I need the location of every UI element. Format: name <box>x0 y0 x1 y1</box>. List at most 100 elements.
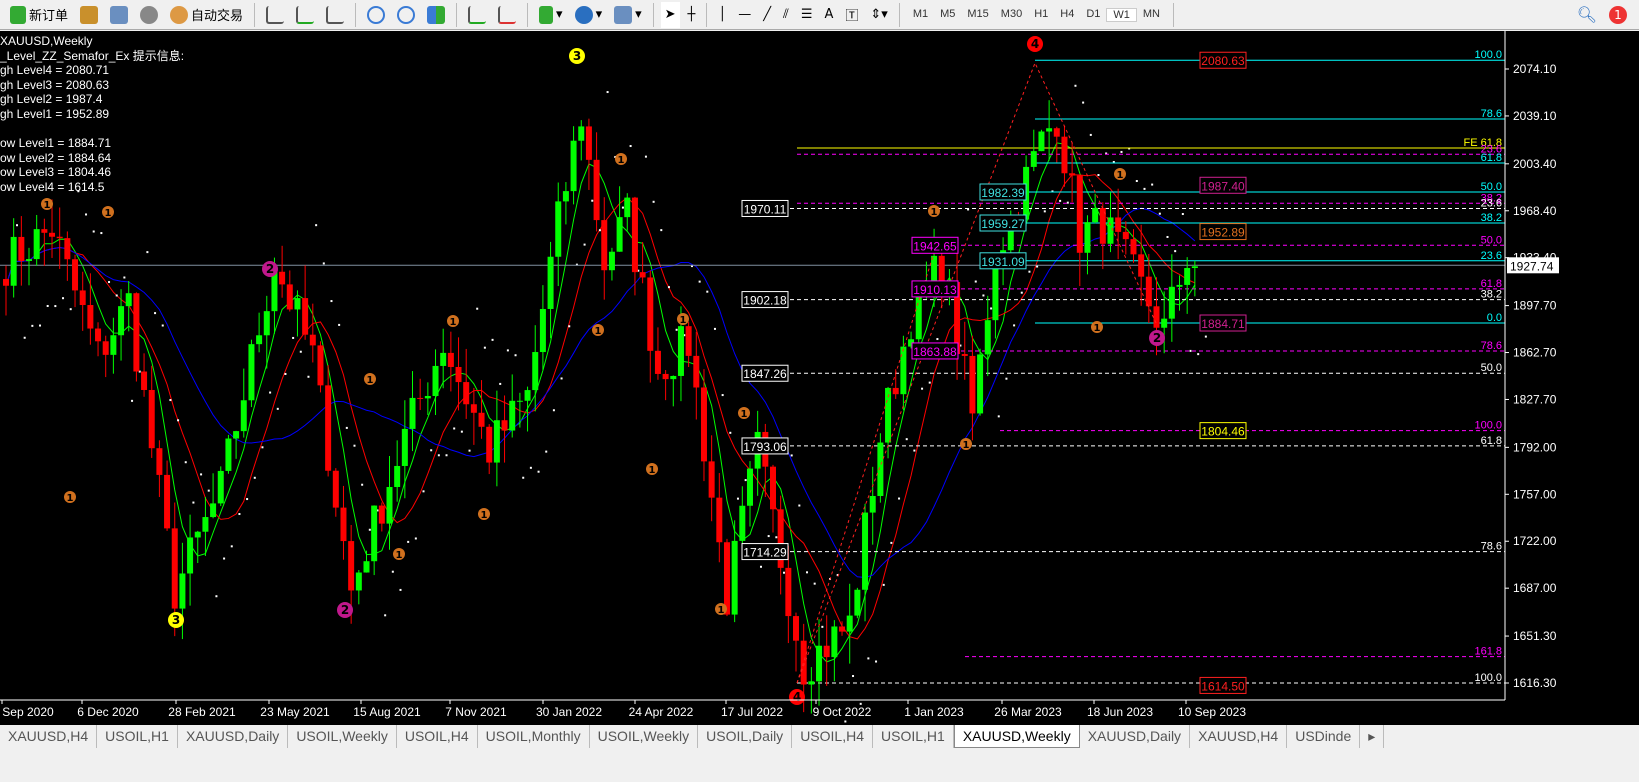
semafor-signal-number: 1 <box>680 315 687 326</box>
price-axis-label: 2003.40 <box>1513 157 1557 171</box>
chart-tab[interactable]: XAUUSD,H4 <box>1190 725 1288 748</box>
tabs-scroll-right-icon[interactable]: ▸ <box>1360 725 1385 748</box>
parabolic-sar-dot <box>100 232 103 235</box>
chart-tab[interactable]: USOIL,H1 <box>97 725 178 748</box>
parabolic-sar-dot <box>468 449 471 452</box>
candle-body <box>3 279 9 286</box>
time-axis-label: 15 Aug 2021 <box>353 705 421 719</box>
chart-tab[interactable]: USOIL,H4 <box>397 725 478 748</box>
price-level-value: 1942.65 <box>913 239 957 253</box>
price-level-value: 1959.27 <box>981 217 1025 231</box>
candle-body <box>102 341 109 355</box>
parabolic-sar-dot <box>905 438 908 441</box>
candle-body <box>79 290 86 306</box>
chart-tab[interactable]: XAUUSD,Daily <box>1080 725 1191 748</box>
candle-body <box>969 355 976 414</box>
parabolic-sar-dot <box>1013 324 1016 327</box>
candle-body <box>286 284 293 310</box>
parabolic-sar-dot <box>131 399 134 402</box>
parabolic-sar-dot <box>123 276 126 279</box>
semafor-signal-number: 1 <box>741 409 748 420</box>
parabolic-sar-dot <box>115 294 118 297</box>
chart-tab[interactable]: USOIL,Weekly <box>590 725 699 748</box>
price-axis-label: 2039.10 <box>1513 109 1557 123</box>
candle-body <box>723 542 730 615</box>
candle-body <box>95 328 102 342</box>
candle-body <box>401 428 408 466</box>
parabolic-sar-dot <box>898 497 901 500</box>
candle-body <box>793 616 800 641</box>
semafor-signal-number: 4 <box>793 690 801 704</box>
price-chart[interactable]: 100.078.6FE 61.823.661.850.038.223.638.2… <box>0 0 1639 731</box>
candle-body <box>1069 173 1076 176</box>
candle-body <box>263 311 270 336</box>
time-axis-label: 1 Jan 2023 <box>904 705 964 719</box>
parabolic-sar-dot <box>1166 235 1169 238</box>
parabolic-sar-dot <box>368 528 371 531</box>
candle-body <box>770 466 776 510</box>
chart-tab[interactable]: USOIL,H1 <box>873 725 954 748</box>
parabolic-sar-dot <box>414 537 417 540</box>
chart-tab[interactable]: USOIL,Daily <box>698 725 793 748</box>
parabolic-sar-dot <box>744 479 747 482</box>
candle-body <box>639 272 646 278</box>
parabolic-sar-dot <box>246 498 249 501</box>
parabolic-sar-dot <box>276 407 279 410</box>
candle-body <box>72 259 79 291</box>
parabolic-sar-dot <box>644 155 647 158</box>
candle-body <box>424 395 431 399</box>
parabolic-sar-dot <box>1158 212 1161 215</box>
parabolic-sar-dot <box>483 346 486 349</box>
fibonacci-level-label: 50.0 <box>1481 181 1502 193</box>
semafor-signal-number: 1 <box>450 317 457 328</box>
parabolic-sar-dot <box>1135 179 1138 182</box>
chart-tab[interactable]: USDinde <box>1287 725 1361 748</box>
candle-body <box>532 352 539 391</box>
candle-body <box>1053 128 1060 137</box>
semafor-signal-number: 1 <box>618 155 625 166</box>
candle-body <box>593 159 600 221</box>
time-axis-label: 26 Mar 2023 <box>994 705 1062 719</box>
candle-body <box>49 232 56 237</box>
parabolic-sar-dot <box>1036 265 1039 268</box>
chart-tab[interactable]: USOIL,Monthly <box>478 725 590 748</box>
candle-body <box>823 645 830 658</box>
parabolic-sar-dot <box>1089 133 1092 136</box>
candle-body <box>493 420 500 463</box>
candle-body <box>1084 222 1091 253</box>
time-axis-label: 18 Jun 2023 <box>1087 705 1153 719</box>
candle-body <box>1130 239 1137 255</box>
candle-body <box>547 256 554 309</box>
parabolic-sar-dot <box>875 660 878 663</box>
fibonacci-level-label: 78.6 <box>1481 541 1502 553</box>
parabolic-sar-dot <box>867 657 870 660</box>
semafor-signal-number: 1 <box>1117 170 1124 181</box>
parabolic-sar-dot <box>92 230 95 233</box>
chart-tab[interactable]: USOIL,H4 <box>792 725 873 748</box>
candle-body <box>746 468 753 506</box>
price-level-value: 1931.09 <box>981 255 1025 269</box>
parabolic-sar-dot <box>798 504 801 507</box>
candle-body <box>302 298 309 335</box>
parabolic-sar-dot <box>384 614 387 617</box>
parabolic-sar-dot <box>453 427 456 430</box>
candle-body <box>217 470 224 504</box>
chart-tab[interactable]: USOIL,Weekly <box>288 725 397 748</box>
candle-body <box>647 277 654 351</box>
chart-tab[interactable]: XAUUSD,Daily <box>178 725 289 748</box>
parabolic-sar-dot <box>338 323 341 326</box>
candle-body <box>1191 266 1198 269</box>
parabolic-sar-dot <box>997 415 1000 418</box>
candle-body <box>839 626 846 632</box>
chart-tab[interactable]: XAUUSD,Weekly <box>953 725 1080 748</box>
candle-body <box>977 354 984 414</box>
candle-body <box>1176 284 1183 287</box>
candle-body <box>585 126 592 160</box>
indicator-name: _Level_ZZ_Semafor_Ex 提示信息: <box>0 48 185 63</box>
chart-tab[interactable]: XAUUSD,H4 <box>0 725 98 748</box>
parabolic-sar-dot <box>184 461 187 464</box>
chart-window[interactable]: 100.0 78.6 FE 61.8 23.6 61.8 50.0 38.2 23.6 38.2… <box>0 31 1639 731</box>
candle-body <box>18 236 25 261</box>
candle-body <box>187 537 194 574</box>
candle-body <box>961 354 968 356</box>
